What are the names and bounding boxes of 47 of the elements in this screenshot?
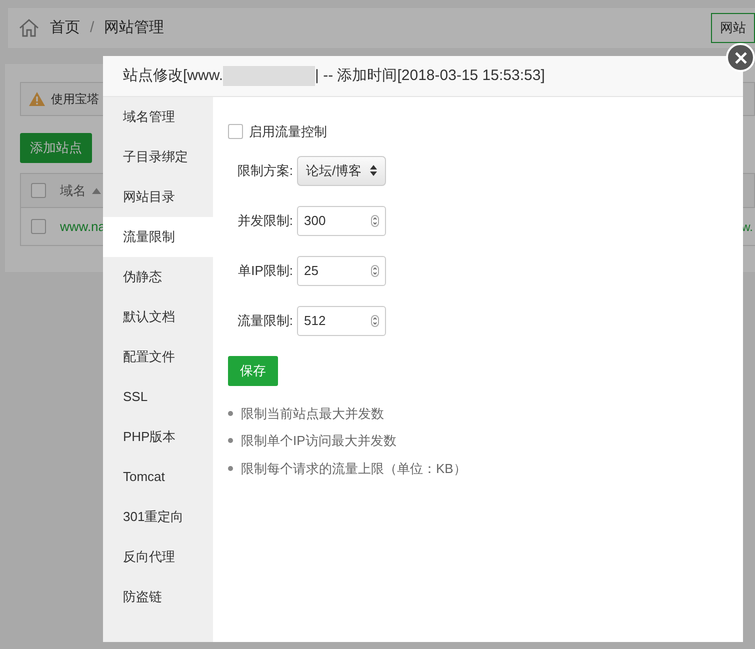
note-text: 限制单个IP访问最大并发数 xyxy=(241,432,396,450)
sidebar-tab[interactable]: SSL xyxy=(103,377,213,417)
field-label: 单IP限制: xyxy=(237,262,293,280)
stepper-icon[interactable] xyxy=(371,314,379,326)
checkbox[interactable] xyxy=(31,183,46,198)
close-icon xyxy=(734,52,746,64)
home-icon[interactable] xyxy=(18,18,40,38)
note-text: 限制每个请求的流量上限（单位：KB） xyxy=(241,460,466,478)
bullet-icon xyxy=(228,410,233,416)
sidebar-tab[interactable]: 防盗链 xyxy=(103,577,213,617)
checkbox-label: 启用流量控制 xyxy=(249,123,327,141)
field-label: 流量限制: xyxy=(236,312,293,330)
breadcrumb-separator: / xyxy=(90,18,94,38)
modal-title: | -- 添加时间[2018-03-15 15:53:53] xyxy=(315,66,545,86)
number-input[interactable]: 25 xyxy=(297,256,386,286)
field-label: 并发限制: xyxy=(236,212,293,230)
number-input[interactable]: 512 xyxy=(297,306,386,336)
sidebar-tab[interactable]: Tomcat xyxy=(103,457,213,497)
sidebar-tab[interactable]: 默认文档 xyxy=(103,297,213,337)
stepper-icon[interactable] xyxy=(371,214,379,226)
breadcrumb-link[interactable]: 网站管理 xyxy=(104,16,164,40)
checkbox[interactable] xyxy=(228,124,243,140)
alert-text: 使用宝塔 xyxy=(51,91,99,108)
bullet-icon xyxy=(228,466,233,471)
breadcrumb-link[interactable]: 首页 xyxy=(50,16,80,40)
number-input[interactable]: 300 xyxy=(297,206,386,236)
sidebar-tab[interactable]: 网站目录 xyxy=(103,177,213,217)
sort-up-icon[interactable] xyxy=(92,188,101,194)
warning-icon xyxy=(29,92,45,106)
modal-title: 站点修改[www. xyxy=(123,66,224,86)
sidebar-tab[interactable]: 配置文件 xyxy=(103,337,213,377)
stepper-icon[interactable] xyxy=(371,264,379,276)
sidebar-tab[interactable]: 301重定向 xyxy=(103,497,213,537)
updown-caret-icon xyxy=(370,165,377,176)
sidebar-tab[interactable]: 反向代理 xyxy=(103,537,213,577)
website-button[interactable]: 网站 xyxy=(711,13,755,43)
column-header[interactable]: 域名 xyxy=(60,180,86,200)
note-text: 限制当前站点最大并发数 xyxy=(241,404,384,422)
sidebar-tab[interactable]: 流量限制 xyxy=(103,217,213,257)
sidebar-tab[interactable]: 域名管理 xyxy=(103,97,213,137)
sidebar-tab[interactable]: 伪静态 xyxy=(103,257,213,297)
plan-select[interactable]: 论坛/博客 xyxy=(297,156,386,186)
checkbox[interactable] xyxy=(31,219,46,234)
bullet-icon xyxy=(228,438,233,444)
field-label: 限制方案: xyxy=(236,162,293,180)
sidebar-tab[interactable]: PHP版本 xyxy=(103,417,213,457)
sidebar-tab[interactable]: 子目录绑定 xyxy=(103,137,213,177)
